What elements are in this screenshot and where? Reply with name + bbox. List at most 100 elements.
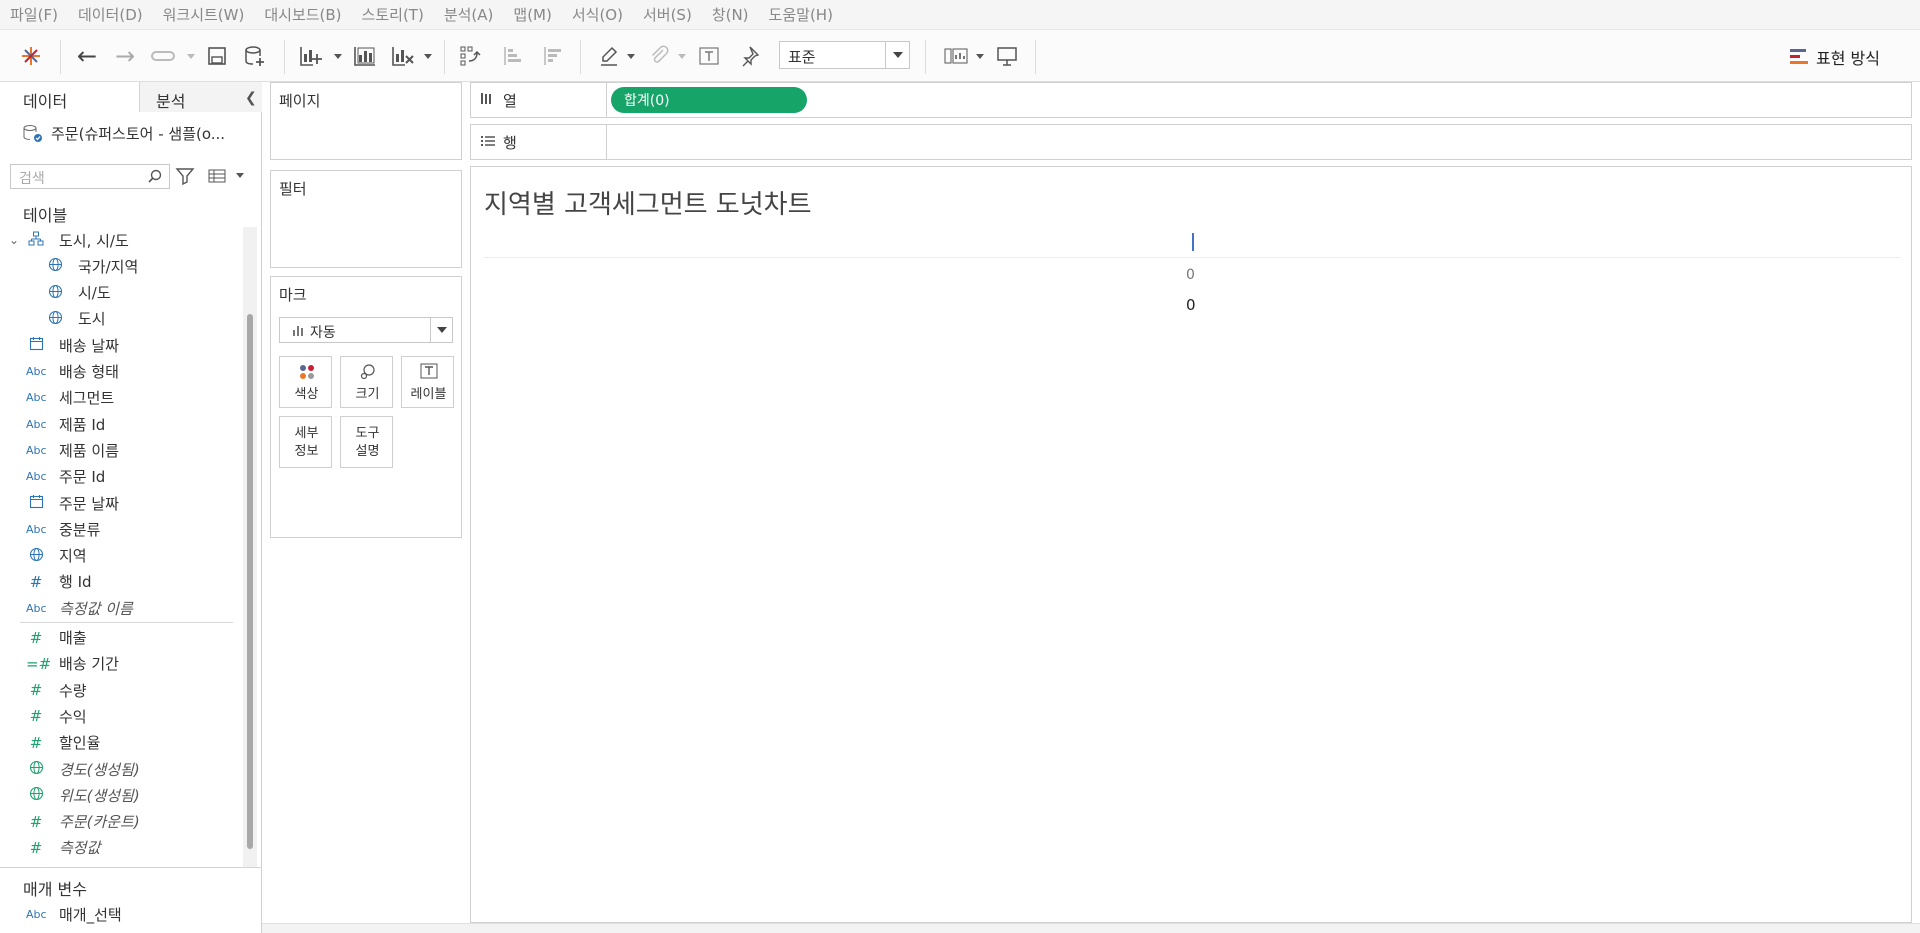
save-icon[interactable] [204, 43, 230, 69]
field-item[interactable]: 국가/지역 [0, 254, 240, 278]
rows-icon [480, 134, 496, 152]
menu-server[interactable]: 서버(S) [643, 4, 692, 25]
redo-icon[interactable]: → [112, 42, 138, 70]
tab-analysis[interactable]: 분석 [140, 82, 262, 112]
toolbar: ← → 표준 표현 방식 [0, 30, 1920, 82]
view-dropdown-icon[interactable] [236, 173, 244, 178]
menu-story[interactable]: 스토리(T) [362, 4, 424, 25]
filters-card[interactable]: 필터 [270, 170, 462, 268]
field-label: 주문(카운트) [59, 813, 140, 832]
field-item[interactable]: 지역 [0, 544, 240, 568]
field-label: 위도(생성됨) [59, 786, 140, 805]
column-pill[interactable]: 합계(0) [611, 87, 807, 113]
string-type-icon: Abc [26, 601, 47, 615]
field-item[interactable]: Abc 측정값 이름 [0, 596, 240, 620]
field-item[interactable]: # 측정값 [0, 836, 240, 860]
swap-icon[interactable] [458, 43, 484, 69]
field-label: 수량 [59, 681, 87, 700]
menu-window[interactable]: 창(N) [712, 4, 749, 25]
params-divider [0, 867, 262, 868]
chevron-down-icon[interactable] [430, 318, 452, 342]
field-label: 제품 이름 [59, 441, 119, 460]
show-cards-icon[interactable] [942, 43, 972, 69]
field-label: 배송 날짜 [59, 336, 119, 355]
presentation-icon[interactable] [994, 43, 1020, 69]
field-item[interactable]: # 수익 [0, 704, 240, 728]
field-item[interactable]: Abc 세그먼트 [0, 386, 240, 410]
sort-desc-icon[interactable] [540, 43, 566, 69]
detail-button[interactable]: 세부 정보 [279, 416, 332, 468]
field-item[interactable]: # 수량 [0, 678, 240, 702]
parameter-item[interactable]: Abc 매개_선택 [0, 902, 240, 926]
field-item[interactable]: Abc 배송 형태 [0, 360, 240, 384]
color-button[interactable]: 색상 [279, 356, 332, 408]
search-input[interactable]: 검색 [10, 164, 170, 189]
string-type-icon: Abc [26, 391, 47, 405]
replay-icon[interactable] [150, 43, 180, 69]
number-type-icon: # [29, 707, 43, 726]
tab-data[interactable]: 데이터 [0, 82, 140, 112]
field-item[interactable]: # 할인율 [0, 731, 240, 755]
field-item[interactable]: ⌄ 도시, 시/도 [0, 228, 240, 252]
field-item[interactable]: 주문 날짜 [0, 491, 240, 515]
field-item[interactable]: 경도(생성됨) [0, 757, 240, 781]
field-item[interactable]: Abc 주문 Id [0, 465, 240, 489]
label-button[interactable]: 레이블 [401, 356, 454, 408]
group-icon[interactable] [646, 43, 672, 69]
menu-analysis[interactable]: 분석(A) [444, 4, 494, 25]
chevron-down-icon[interactable]: ⌄ [4, 233, 24, 247]
field-label: 할인율 [59, 734, 101, 753]
pin-icon[interactable] [736, 43, 762, 69]
text-label-icon[interactable] [696, 43, 722, 69]
rows-label: 행 [503, 134, 517, 152]
datasource-item[interactable]: 주문(슈퍼스토어 - 샘플(o... [22, 122, 225, 144]
size-label: 크기 [355, 387, 380, 402]
mark-label[interactable]: 0 [1186, 296, 1196, 314]
menu-format[interactable]: 서식(O) [572, 4, 623, 25]
field-item[interactable]: # 매출 [0, 626, 240, 650]
highlight-icon[interactable] [596, 43, 622, 69]
collapse-pane-icon[interactable]: ❮ [245, 90, 257, 106]
marks-type-select[interactable]: 자동 [279, 317, 453, 343]
menu-data[interactable]: 데이터(D) [78, 4, 143, 25]
field-item[interactable]: Abc 제품 이름 [0, 438, 240, 462]
field-item[interactable]: =# 배송 기간 [0, 652, 240, 676]
sheet-title[interactable]: 지역별 고객세그먼트 도넛차트 [484, 184, 812, 221]
show-me-button[interactable]: 표현 방식 [1790, 43, 1880, 71]
menu-help[interactable]: 도움말(H) [769, 4, 833, 25]
worksheet-view[interactable]: 지역별 고객세그먼트 도넛차트 0 0 [470, 166, 1912, 923]
label-label: 레이블 [410, 387, 447, 402]
field-item[interactable]: 위도(생성됨) [0, 783, 240, 807]
tableau-logo-icon[interactable] [18, 43, 44, 69]
columns-shelf[interactable]: 열 합계(0) [470, 82, 1912, 118]
sort-asc-icon[interactable] [500, 43, 526, 69]
filter-icon[interactable] [175, 166, 195, 190]
string-type-icon: Abc [26, 522, 47, 536]
menu-file[interactable]: 파일(F) [10, 4, 58, 25]
duplicate-icon[interactable] [352, 43, 378, 69]
menu-map[interactable]: 맵(M) [513, 4, 551, 25]
menu-dashboard[interactable]: 대시보드(B) [264, 4, 341, 25]
new-datasource-icon[interactable] [242, 43, 268, 69]
field-label: 배송 기간 [59, 655, 119, 674]
view-list-icon[interactable] [208, 168, 226, 187]
field-item[interactable]: # 주문(카운트) [0, 810, 240, 834]
tooltip-button[interactable]: 도구 설명 [340, 416, 393, 468]
field-item[interactable]: 배송 날짜 [0, 333, 240, 357]
new-worksheet-icon[interactable] [298, 43, 324, 69]
menu-worksheet[interactable]: 워크시트(W) [163, 4, 245, 25]
chevron-down-icon[interactable] [885, 42, 909, 68]
field-item[interactable]: Abc 중분류 [0, 517, 240, 541]
field-label: 행 Id [59, 573, 92, 592]
field-item[interactable]: # 행 Id [0, 570, 240, 594]
pages-card[interactable]: 페이지 [270, 82, 462, 160]
size-button[interactable]: 크기 [340, 356, 393, 408]
field-item[interactable]: Abc 제품 Id [0, 412, 240, 436]
field-item[interactable]: 시/도 [0, 281, 240, 305]
undo-icon[interactable]: ← [74, 42, 100, 70]
field-item[interactable]: 도시 [0, 307, 240, 331]
rows-shelf[interactable]: 행 [470, 124, 1912, 160]
scrollbar-thumb[interactable] [247, 314, 253, 849]
clear-sheet-icon[interactable] [390, 43, 416, 69]
fit-select[interactable]: 표준 [779, 41, 910, 69]
